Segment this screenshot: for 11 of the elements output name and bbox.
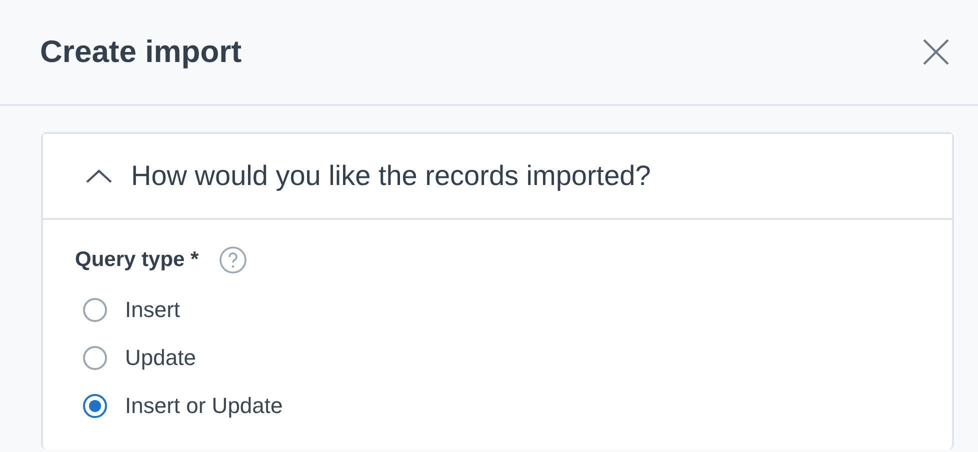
radio-button[interactable] [83,346,107,370]
section-toggle[interactable]: How would you like the records imported? [43,134,952,220]
field-label: Query type * [75,248,199,272]
radio-option[interactable]: Insert [75,286,920,334]
help-icon[interactable] [218,246,247,274]
chevron-icon [85,168,113,184]
radio-option[interactable]: Insert or Update [75,382,920,430]
radio-button[interactable] [83,298,107,322]
radio-option[interactable]: Update [75,334,920,382]
radio-button[interactable] [83,394,107,418]
dialog-title: Create import [40,34,242,70]
